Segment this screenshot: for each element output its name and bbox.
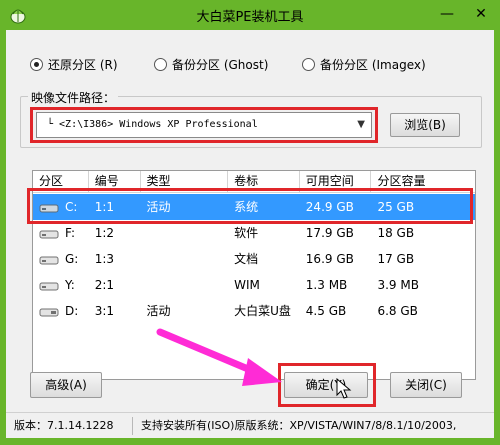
- hard-drive-icon: [39, 204, 59, 212]
- support-text: 支持安装所有(ISO)原版系统：XP/VISTA/WIN7/8/8.1/10/2…: [141, 419, 457, 432]
- version-text: 版本：7.1.14.1228: [14, 419, 114, 432]
- cell-drive: F:: [33, 220, 89, 246]
- radio-backup-ghost-label: 备份分区 (Ghost): [172, 58, 269, 72]
- column-header-number[interactable]: 编号: [89, 171, 141, 193]
- column-header-type[interactable]: 类型: [141, 171, 229, 193]
- cell-number: 1:1: [94, 200, 115, 214]
- cell-number: 1:3: [94, 252, 115, 266]
- minimize-icon: —: [440, 6, 454, 22]
- app-window: 大白菜PE装机工具 — ✕ 还原分区 (R) 备份分区 (Ghost) 备份分区…: [0, 0, 500, 445]
- cell-drive-letter: D:: [65, 304, 79, 318]
- cell-free: 17.9 GB: [305, 226, 354, 240]
- table-row[interactable]: G: 1:3 文档 16.9 GB 17 GB: [33, 246, 475, 272]
- radio-backup-imagex-label: 备份分区 (Imagex): [320, 58, 426, 72]
- close-icon: ✕: [475, 6, 487, 22]
- radio-backup-ghost-indicator[interactable]: [154, 58, 167, 71]
- advanced-button[interactable]: 高级(A): [30, 372, 102, 398]
- cell-number: 3:1: [94, 304, 115, 318]
- close-button[interactable]: 关闭(C): [390, 372, 462, 398]
- cell-drive-letter: Y:: [65, 278, 75, 292]
- cell-label: WIM: [234, 278, 260, 292]
- title-bar[interactable]: 大白菜PE装机工具 — ✕: [0, 0, 500, 30]
- table-row[interactable]: C: 1:1 活动 系统 24.9 GB 25 GB: [33, 194, 475, 220]
- radio-backup-imagex[interactable]: 备份分区 (Imagex): [302, 56, 426, 73]
- column-header-label[interactable]: 卷标: [228, 171, 300, 193]
- cell-capacity: 25 GB: [377, 200, 415, 214]
- cell-free: 24.9 GB: [305, 200, 354, 214]
- radio-restore-indicator[interactable]: [30, 58, 43, 71]
- cell-type: 活动: [146, 304, 171, 318]
- hard-drive-icon: [39, 230, 59, 238]
- table-header: 分区 编号 类型 卷标 可用空间 分区容量: [33, 171, 475, 193]
- cell-capacity: 17 GB: [377, 252, 415, 266]
- cell-type: [141, 246, 229, 272]
- table-row[interactable]: D: 3:1 活动 大白菜U盘 4.5 GB 6.8 GB: [33, 298, 475, 324]
- cell-free: 4.5 GB: [305, 304, 347, 318]
- chevron-down-icon[interactable]: ▼: [357, 113, 365, 137]
- radio-restore[interactable]: 还原分区 (R): [30, 56, 118, 73]
- cell-free: 16.9 GB: [305, 252, 354, 266]
- browse-button[interactable]: 浏览(B): [390, 113, 460, 137]
- cell-label: 软件: [234, 226, 259, 240]
- usb-drive-icon: [39, 308, 59, 316]
- mouse-cursor-icon: [336, 378, 352, 399]
- minimize-button[interactable]: —: [432, 2, 462, 26]
- cell-drive-letter: F:: [65, 226, 76, 240]
- image-path-dropdown[interactable]: └ <Z:\I386> Windows XP Professional ▼: [36, 112, 372, 138]
- arrow-icon: [156, 328, 282, 386]
- radio-backup-ghost[interactable]: 备份分区 (Ghost): [154, 56, 268, 73]
- status-bar: 版本：7.1.14.1228 支持安装所有(ISO)原版系统：XP/VISTA/…: [6, 412, 494, 438]
- cell-drive-letter: C:: [65, 200, 78, 214]
- cell-capacity: 6.8 GB: [377, 304, 418, 318]
- close-window-button[interactable]: ✕: [466, 2, 496, 26]
- column-header-free-space[interactable]: 可用空间: [300, 171, 372, 193]
- cell-type: [141, 220, 229, 246]
- hard-drive-icon: [39, 256, 59, 264]
- cell-type: 活动: [146, 200, 171, 214]
- cell-label: 大白菜U盘: [234, 304, 291, 318]
- hard-drive-icon: [39, 282, 59, 290]
- cell-drive: Y:: [33, 272, 89, 298]
- radio-restore-label: 还原分区 (R): [48, 58, 118, 72]
- image-path-value: └ <Z:\I386> Windows XP Professional: [47, 119, 258, 130]
- radio-backup-imagex-indicator[interactable]: [302, 58, 315, 71]
- column-header-capacity[interactable]: 分区容量: [371, 171, 475, 193]
- cell-label: 系统: [234, 200, 259, 214]
- cell-capacity: 18 GB: [377, 226, 415, 240]
- cell-number: 2:1: [94, 278, 115, 292]
- table-row[interactable]: Y: 2:1 WIM 1.3 MB 3.9 MB: [33, 272, 475, 298]
- column-header-partition[interactable]: 分区: [33, 171, 89, 193]
- cell-free: 1.3 MB: [305, 278, 348, 292]
- window-title: 大白菜PE装机工具: [196, 10, 304, 25]
- image-path-label: 映像文件路径：: [28, 89, 119, 106]
- cell-drive: G:: [33, 246, 89, 272]
- cell-drive-letter: G:: [65, 252, 79, 266]
- cell-label: 文档: [234, 252, 259, 266]
- cell-number: 1:2: [94, 226, 115, 240]
- cell-drive: C:: [33, 194, 89, 220]
- ok-button[interactable]: 确定(Y): [284, 372, 368, 398]
- cell-drive: D:: [33, 298, 89, 324]
- cell-capacity: 3.9 MB: [377, 278, 419, 292]
- table-row[interactable]: F: 1:2 软件 17.9 GB 18 GB: [33, 220, 475, 246]
- cell-type: [141, 272, 229, 298]
- dialog-body: 还原分区 (R) 备份分区 (Ghost) 备份分区 (Imagex) 映像文件…: [6, 30, 494, 438]
